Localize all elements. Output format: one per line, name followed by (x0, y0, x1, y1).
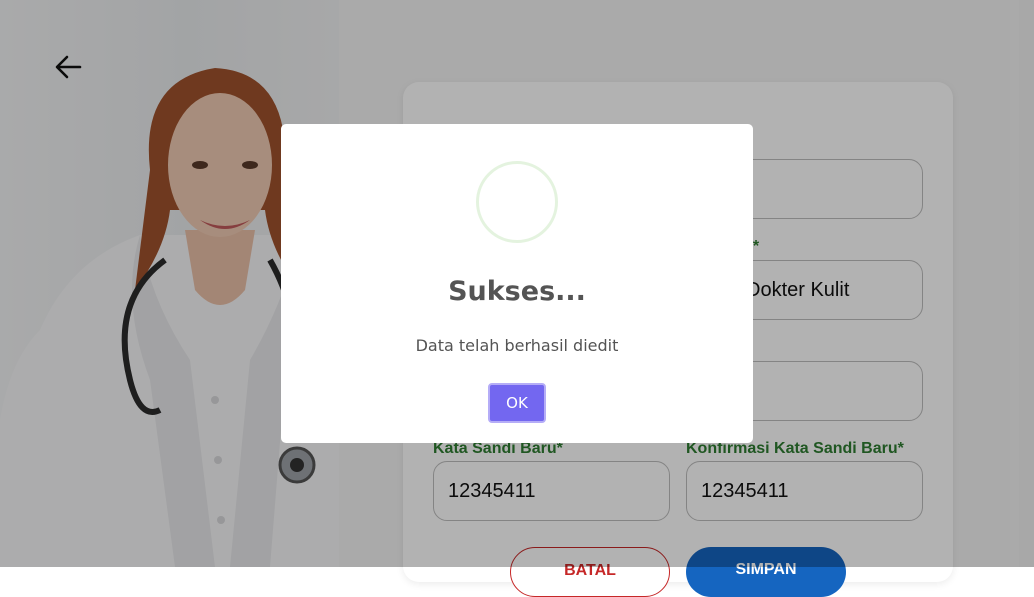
success-dialog: Sukses... Data telah berhasil diedit OK (281, 124, 753, 443)
ok-button-label: OK (506, 394, 528, 412)
dialog-message: Data telah berhasil diedit (415, 336, 619, 355)
ok-button[interactable]: OK (488, 383, 546, 423)
cancel-button-label: BATAL (564, 562, 616, 579)
edit-profile-page: s* Dokter Kulit Kata Sandi Baru* 1234541… (0, 0, 1034, 597)
dialog-title: Sukses... (448, 276, 586, 307)
success-circle-icon (476, 161, 558, 243)
